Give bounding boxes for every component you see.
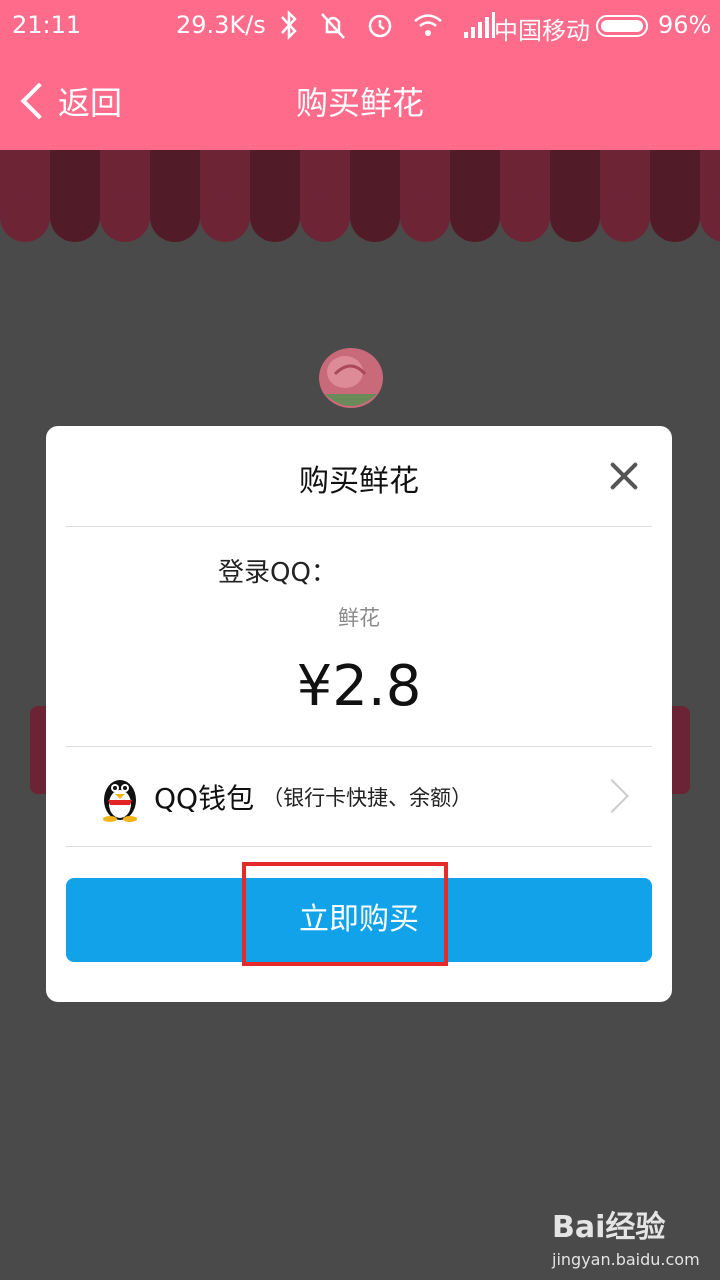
close-icon[interactable] <box>608 460 640 492</box>
wifi-icon <box>414 14 442 36</box>
status-bar: 21:11 29.3K/s 中国移动 96% <box>0 0 720 52</box>
item-name: 鲜花 <box>338 606 380 630</box>
awning-scallop <box>200 192 250 242</box>
carrier-name: 中国移动 <box>494 17 590 45</box>
awning-scallop <box>550 192 600 242</box>
divider <box>66 526 652 527</box>
mute-icon <box>321 13 345 39</box>
divider <box>66 846 652 847</box>
watermark: Bai经验 jingyan.baidu.com <box>552 1202 700 1269</box>
awning-scallop <box>50 192 100 242</box>
divider <box>66 746 652 747</box>
battery-icon <box>596 15 648 37</box>
alarm-icon <box>368 14 392 38</box>
price-value: ¥2.8 <box>296 654 422 719</box>
awning-scallop <box>0 192 50 242</box>
qq-penguin-icon <box>103 780 137 822</box>
payment-method-note: （银行卡快捷、余额） <box>262 786 473 810</box>
awning-scallop <box>150 192 200 242</box>
awning-scallop <box>650 192 700 242</box>
chevron-right-icon <box>595 779 629 813</box>
awning-scallop <box>100 192 150 242</box>
awning-scallop <box>450 192 500 242</box>
nav-bar: 返回 购买鲜花 <box>0 52 720 150</box>
awning-scallop <box>400 192 450 242</box>
page-title: 购买鲜花 <box>295 84 424 122</box>
signal-icon <box>464 12 495 38</box>
watermark-url: jingyan.baidu.com <box>552 1250 700 1269</box>
highlight-box <box>242 862 448 966</box>
battery-percent: 96% <box>658 11 712 39</box>
rose-image <box>319 348 383 408</box>
dialog-title: 购买鲜花 <box>299 464 419 499</box>
payment-method-label: QQ钱包 <box>154 782 255 815</box>
network-speed: 29.3K/s <box>176 11 266 39</box>
awning-scallop <box>600 192 650 242</box>
status-time: 21:11 <box>12 11 82 39</box>
watermark-brand: Bai经验 <box>552 1210 666 1245</box>
shop-awning <box>0 150 720 242</box>
awning-scallop <box>350 192 400 242</box>
awning-scallop <box>250 192 300 242</box>
payment-method-row[interactable]: QQ钱包 （银行卡快捷、余额） <box>98 772 472 822</box>
awning-scallop <box>300 192 350 242</box>
awning-scallop <box>500 192 550 242</box>
bluetooth-icon <box>281 9 297 41</box>
login-qq-label: 登录QQ： <box>218 558 337 588</box>
